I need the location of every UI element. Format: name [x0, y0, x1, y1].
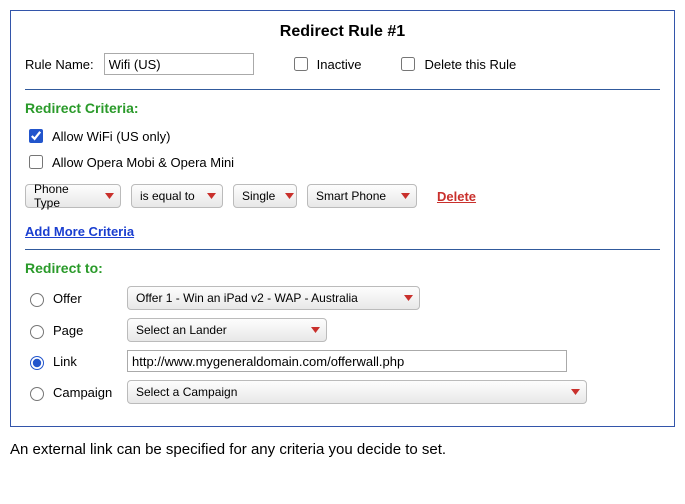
- match-mode-dropdown[interactable]: Single: [233, 184, 297, 208]
- chevron-down-icon: [571, 389, 580, 395]
- chevron-down-icon: [404, 295, 413, 301]
- delete-rule-checkbox-wrap[interactable]: Delete this Rule: [397, 54, 516, 74]
- offer-row: Offer Offer 1 - Win an iPad v2 - WAP - A…: [25, 286, 660, 310]
- campaign-dropdown-value: Select a Campaign: [136, 385, 237, 399]
- delete-rule-checkbox[interactable]: [401, 57, 415, 71]
- allow-opera-row: Allow Opera Mobi & Opera Mini: [25, 152, 660, 172]
- link-row: Link: [25, 350, 660, 372]
- page-row: Page Select an Lander: [25, 318, 660, 342]
- divider: [25, 89, 660, 90]
- match-mode-value: Single: [242, 189, 275, 203]
- phone-type-dropdown[interactable]: Phone Type: [25, 184, 121, 208]
- offer-dropdown-value: Offer 1 - Win an iPad v2 - WAP - Austral…: [136, 291, 358, 305]
- delete-rule-label: Delete this Rule: [424, 57, 516, 72]
- campaign-dropdown[interactable]: Select a Campaign: [127, 380, 587, 404]
- criteria-heading: Redirect Criteria:: [25, 100, 660, 116]
- redirect-to-heading: Redirect to:: [25, 260, 660, 276]
- offer-radio-wrap[interactable]: Offer: [25, 290, 117, 307]
- operator-dropdown[interactable]: is equal to: [131, 184, 223, 208]
- campaign-radio[interactable]: [30, 387, 44, 401]
- link-url-input[interactable]: [127, 350, 567, 372]
- chevron-down-icon: [285, 193, 294, 199]
- page-dropdown-value: Select an Lander: [136, 323, 227, 337]
- rule-name-input[interactable]: [104, 53, 254, 75]
- offer-dropdown[interactable]: Offer 1 - Win an iPad v2 - WAP - Austral…: [127, 286, 420, 310]
- offer-radio[interactable]: [30, 293, 44, 307]
- link-label: Link: [53, 354, 77, 369]
- allow-wifi-checkbox[interactable]: [29, 129, 43, 143]
- link-radio[interactable]: [30, 356, 44, 370]
- allow-opera-label: Allow Opera Mobi & Opera Mini: [52, 155, 234, 170]
- divider: [25, 249, 660, 250]
- rule-name-row: Rule Name: Inactive Delete this Rule: [25, 49, 660, 85]
- redirect-rule-panel: Redirect Rule #1 Rule Name: Inactive Del…: [10, 10, 675, 427]
- operator-value: is equal to: [140, 189, 195, 203]
- offer-label: Offer: [53, 291, 82, 306]
- rule-name-label: Rule Name:: [25, 57, 94, 72]
- delete-criteria-link[interactable]: Delete: [437, 189, 476, 204]
- campaign-row: Campaign Select a Campaign: [25, 380, 660, 404]
- chevron-down-icon: [105, 193, 114, 199]
- inactive-checkbox[interactable]: [294, 57, 308, 71]
- page-radio-wrap[interactable]: Page: [25, 322, 117, 339]
- inactive-checkbox-wrap[interactable]: Inactive: [290, 54, 362, 74]
- campaign-radio-wrap[interactable]: Campaign: [25, 384, 117, 401]
- add-more-criteria-link[interactable]: Add More Criteria: [25, 224, 134, 239]
- campaign-label: Campaign: [53, 385, 112, 400]
- inactive-label: Inactive: [317, 57, 362, 72]
- chevron-down-icon: [311, 327, 320, 333]
- link-radio-wrap[interactable]: Link: [25, 353, 117, 370]
- chevron-down-icon: [401, 193, 410, 199]
- caption-text: An external link can be specified for an…: [10, 441, 675, 458]
- page-dropdown[interactable]: Select an Lander: [127, 318, 327, 342]
- allow-wifi-row: Allow WiFi (US only): [25, 126, 660, 146]
- page-label: Page: [53, 323, 83, 338]
- allow-wifi-label: Allow WiFi (US only): [52, 129, 170, 144]
- value-dropdown[interactable]: Smart Phone: [307, 184, 417, 208]
- panel-title: Redirect Rule #1: [25, 23, 660, 41]
- chevron-down-icon: [207, 193, 216, 199]
- value-dropdown-value: Smart Phone: [316, 189, 386, 203]
- phone-type-value: Phone Type: [34, 182, 95, 210]
- page-radio[interactable]: [30, 325, 44, 339]
- criteria-dropdown-row: Phone Type is equal to Single Smart Phon…: [25, 184, 660, 208]
- allow-opera-checkbox[interactable]: [29, 155, 43, 169]
